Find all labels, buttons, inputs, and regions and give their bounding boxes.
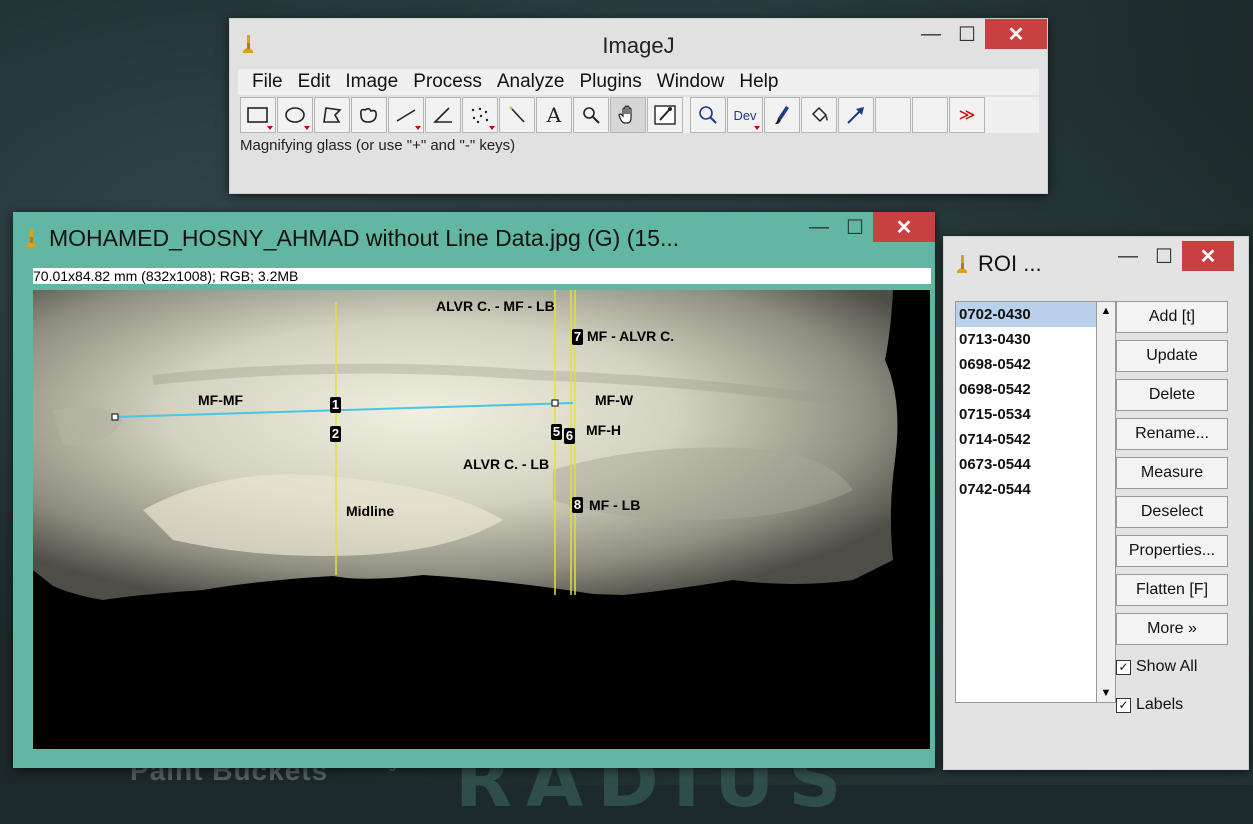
- microscope-icon: [954, 253, 970, 275]
- roi-button-panel: Add [t] Update Delete Rename... Measure …: [1116, 301, 1228, 728]
- roi-manager-window: ROI ... — ☐ ✕ 0702-0430 0713-0430 0698-0…: [943, 236, 1249, 770]
- maximize-button[interactable]: ☐: [1146, 241, 1182, 271]
- roi-number-7: 7: [572, 329, 583, 345]
- menu-process[interactable]: Process: [413, 71, 482, 93]
- roi-number-5: 5: [551, 424, 562, 440]
- status-bar: Magnifying glass (or use "+" and "-" key…: [240, 137, 516, 154]
- maximize-button[interactable]: ☐: [837, 212, 873, 242]
- magnifier-tool-icon[interactable]: [573, 97, 609, 133]
- freehand-tool-icon[interactable]: [351, 97, 387, 133]
- roi-manager-title: ROI ...: [978, 251, 1042, 276]
- checkbox-checked-icon[interactable]: ✓: [1116, 659, 1131, 675]
- image-window-title: MOHAMED_HOSNY_AHMAD without Line Data.jp…: [49, 224, 680, 251]
- menu-bar: File Edit Image Process Analyze Plugins …: [238, 69, 1039, 95]
- roi-list-scrollbar[interactable]: ▲ ▼: [1096, 301, 1116, 703]
- measure-button[interactable]: Measure: [1116, 457, 1228, 489]
- label-mf-h: MF-H: [586, 422, 621, 438]
- rename-button[interactable]: Rename...: [1116, 418, 1228, 450]
- rectangle-tool-icon[interactable]: [240, 97, 276, 133]
- list-item[interactable]: 0698-0542: [956, 377, 1096, 402]
- menu-analyze[interactable]: Analyze: [497, 71, 565, 93]
- oval-tool-icon[interactable]: [277, 97, 313, 133]
- close-button[interactable]: ✕: [1182, 241, 1234, 271]
- flatten-button[interactable]: Flatten [F]: [1116, 574, 1228, 606]
- polygon-tool-icon[interactable]: [314, 97, 350, 133]
- label-alvr-lb: ALVR C. - LB: [463, 456, 550, 472]
- checkbox-checked-icon[interactable]: ✓: [1116, 697, 1131, 713]
- hand-tool-icon[interactable]: [610, 97, 646, 133]
- labels-checkbox[interactable]: ✓ Labels: [1116, 690, 1228, 720]
- dev-icon[interactable]: Dev: [727, 97, 763, 133]
- image-info: 70.01x84.82 mm (832x1008); RGB; 3.2MB: [33, 268, 931, 284]
- empty-slot-1[interactable]: [875, 97, 911, 133]
- microscope-icon: [23, 227, 39, 249]
- label-mf-w: MF-W: [595, 392, 634, 408]
- label-midline: Midline: [346, 503, 395, 519]
- deselect-button[interactable]: Deselect: [1116, 496, 1228, 528]
- show-all-label: Show All: [1136, 658, 1198, 675]
- delete-button[interactable]: Delete: [1116, 379, 1228, 411]
- list-item[interactable]: 0714-0542: [956, 427, 1096, 452]
- line-tool-icon[interactable]: [388, 97, 424, 133]
- roi-manager-titlebar[interactable]: ROI ... — ☐ ✕: [944, 237, 1248, 291]
- list-item[interactable]: 0698-0542: [956, 352, 1096, 377]
- maximize-button[interactable]: ☐: [949, 19, 985, 49]
- empty-slot-2[interactable]: [912, 97, 948, 133]
- label-mf-lb: MF - LB: [589, 497, 641, 513]
- menu-edit[interactable]: Edit: [298, 71, 331, 93]
- list-item[interactable]: 0713-0430: [956, 327, 1096, 352]
- minimize-button[interactable]: —: [801, 212, 837, 242]
- zoom-icon[interactable]: [690, 97, 726, 133]
- minimize-button[interactable]: —: [1110, 241, 1146, 271]
- imagej-titlebar[interactable]: ImageJ — ☐ ✕: [230, 19, 1047, 69]
- update-button[interactable]: Update: [1116, 340, 1228, 372]
- menu-plugins[interactable]: Plugins: [579, 71, 641, 93]
- minimize-button[interactable]: —: [913, 19, 949, 49]
- close-button[interactable]: ✕: [985, 19, 1047, 49]
- list-item[interactable]: 0673-0544: [956, 452, 1096, 477]
- angle-tool-icon[interactable]: [425, 97, 461, 133]
- list-item[interactable]: 0742-0544: [956, 477, 1096, 502]
- show-all-checkbox[interactable]: ✓ Show All: [1116, 652, 1228, 682]
- imagej-main-window: ImageJ — ☐ ✕ File Edit Image Process Ana…: [229, 18, 1048, 194]
- image-window: MOHAMED_HOSNY_AHMAD without Line Data.jp…: [13, 212, 935, 768]
- menu-window[interactable]: Window: [657, 71, 725, 93]
- label-mf-mf: MF-MF: [198, 392, 244, 408]
- label-mf-alvr: MF - ALVR C.: [587, 328, 675, 344]
- roi-number-1: 1: [330, 397, 341, 413]
- roi-number-2: 2: [330, 426, 341, 442]
- more-tools-icon[interactable]: ≫: [949, 97, 985, 133]
- ct-scan-image: [33, 290, 898, 600]
- label-alvr-mf-lb: ALVR C. - MF - LB: [436, 298, 555, 314]
- labels-label: Labels: [1136, 696, 1184, 713]
- scroll-down-icon[interactable]: ▼: [1097, 684, 1115, 702]
- image-window-titlebar[interactable]: MOHAMED_HOSNY_AHMAD without Line Data.jp…: [13, 212, 935, 264]
- list-item[interactable]: 0715-0534: [956, 402, 1096, 427]
- add-button[interactable]: Add [t]: [1116, 301, 1228, 333]
- menu-help[interactable]: Help: [739, 71, 778, 93]
- text-tool-icon[interactable]: A: [536, 97, 572, 133]
- list-item[interactable]: 0702-0430: [956, 302, 1096, 327]
- menu-file[interactable]: File: [252, 71, 283, 93]
- arrow-icon[interactable]: [838, 97, 874, 133]
- menu-image[interactable]: Image: [345, 71, 398, 93]
- flood-fill-icon[interactable]: [801, 97, 837, 133]
- brush-icon[interactable]: [764, 97, 800, 133]
- close-button[interactable]: ✕: [873, 212, 935, 242]
- more-button[interactable]: More »: [1116, 613, 1228, 645]
- roi-list[interactable]: 0702-0430 0713-0430 0698-0542 0698-0542 …: [955, 301, 1097, 703]
- multipoint-tool-icon[interactable]: [462, 97, 498, 133]
- tool-bar: A Dev ≫: [240, 97, 1039, 133]
- roi-number-8: 8: [572, 497, 583, 513]
- scroll-up-icon[interactable]: ▲: [1097, 302, 1115, 320]
- roi-number-6: 6: [564, 428, 575, 444]
- image-canvas[interactable]: ALVR C. - MF - LB MF - ALVR C. MF-MF MF-…: [33, 290, 930, 749]
- properties-button[interactable]: Properties...: [1116, 535, 1228, 567]
- color-picker-tool-icon[interactable]: [647, 97, 683, 133]
- wand-tool-icon[interactable]: [499, 97, 535, 133]
